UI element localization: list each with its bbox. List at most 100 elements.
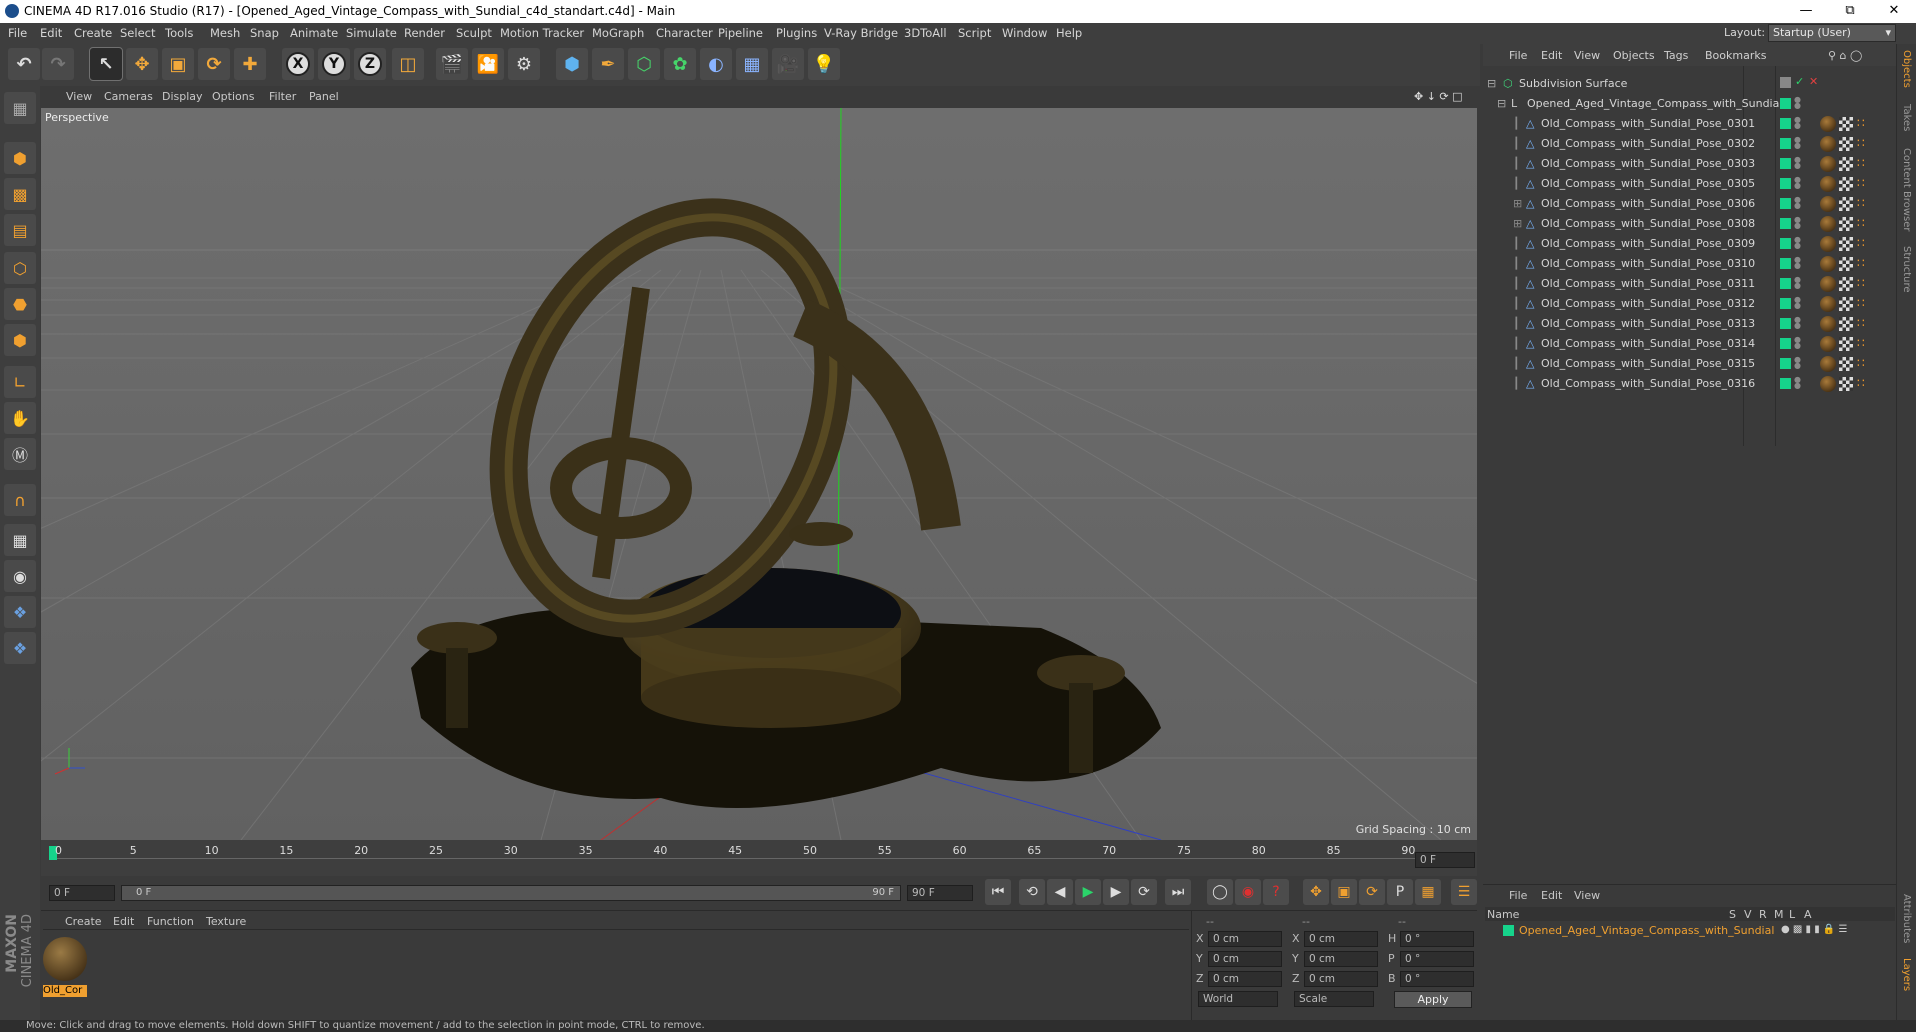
texture-mode-icon[interactable]: ▩ [4, 178, 36, 210]
texture-tag-icon[interactable] [1839, 117, 1853, 131]
tree-row-root[interactable]: ⊟ ⬡ Subdivision Surface ✓ ✕ [1483, 74, 1896, 94]
tree-row-group[interactable]: ⊟ L Opened_Aged_Vintage_Compass_with_Sun… [1483, 94, 1896, 114]
menu-motion-tracker[interactable]: Motion Tracker [500, 26, 584, 40]
material-name[interactable]: Old_Cor [43, 985, 87, 997]
selection-tag-icon[interactable]: ∷ [1857, 176, 1865, 190]
tree-row-child[interactable]: ┃ △ Old_Compass_with_Sundial_Pose_0305 ● ● ∷ [1483, 174, 1896, 194]
transform-icon[interactable]: ✚ [234, 48, 266, 80]
menu-v-ray-bridge[interactable]: V-Ray Bridge [824, 26, 898, 40]
coord-rot-field[interactable]: 0 ° [1400, 951, 1474, 967]
apply-button[interactable]: Apply [1394, 991, 1472, 1008]
texture-tag-icon[interactable] [1839, 237, 1853, 251]
selection-tag-icon[interactable]: ∷ [1857, 116, 1865, 130]
menu-mesh[interactable]: Mesh [210, 26, 240, 40]
viewport-menu-filter[interactable]: Filter [269, 90, 296, 103]
autokey-icon[interactable]: ? [1263, 879, 1289, 905]
key-position-icon[interactable]: ✥ [1303, 879, 1329, 905]
key-param-icon[interactable]: P [1387, 879, 1413, 905]
layer-row[interactable]: Opened_Aged_Vintage_Compass_with_Sundial… [1485, 923, 1895, 939]
material-tag-icon[interactable] [1820, 196, 1836, 212]
layer-color-swatch[interactable] [1503, 925, 1514, 936]
obj-menu-bookmarks[interactable]: Bookmarks [1705, 49, 1766, 62]
texture-tag-icon[interactable] [1839, 377, 1853, 391]
coord-size-field[interactable]: 0 cm [1304, 951, 1378, 967]
material-tag-icon[interactable] [1820, 176, 1836, 192]
tab-attributes[interactable]: Attributes [1901, 894, 1912, 943]
disabled-x-icon[interactable]: ✕ [1809, 75, 1818, 88]
layer-color-swatch[interactable] [1780, 238, 1791, 249]
tree-row-child[interactable]: ┃ △ Old_Compass_with_Sundial_Pose_0303 ● ● ∷ [1483, 154, 1896, 174]
material-tag-icon[interactable] [1820, 156, 1836, 172]
menu-snap[interactable]: Snap [250, 26, 279, 40]
tree-row-child[interactable]: ┃ △ Old_Compass_with_Sundial_Pose_0313 ● ● ∷ [1483, 314, 1896, 334]
visibility-dots[interactable]: ● ● [1794, 316, 1801, 330]
visibility-dots[interactable]: ● ● [1794, 296, 1801, 310]
layer-menu-edit[interactable]: Edit [1541, 889, 1562, 902]
next-frame-icon[interactable]: ▶ [1103, 879, 1129, 905]
menu-character[interactable]: Character [656, 26, 713, 40]
texture-tag-icon[interactable] [1839, 337, 1853, 351]
move-icon[interactable]: ✥ [126, 48, 158, 80]
mat-menu-edit[interactable]: Edit [113, 915, 134, 928]
current-frame-field[interactable]: 0 F [1415, 852, 1475, 868]
layer-color-swatch[interactable] [1780, 158, 1791, 169]
viewport-menu-view[interactable]: View [66, 90, 92, 103]
material-tag-icon[interactable] [1820, 316, 1836, 332]
goto-end-icon[interactable]: ⏭ [1165, 879, 1191, 905]
texture-tag-icon[interactable] [1839, 157, 1853, 171]
tree-row-child[interactable]: ┃ △ Old_Compass_with_Sundial_Pose_0301 ● ● ∷ [1483, 114, 1896, 134]
tree-row-child[interactable]: ┃ △ Old_Compass_with_Sundial_Pose_0311 ● ● ∷ [1483, 274, 1896, 294]
tree-row-child[interactable]: ┃ △ Old_Compass_with_Sundial_Pose_0316 ● ● ∷ [1483, 374, 1896, 394]
selection-tag-icon[interactable]: ∷ [1857, 336, 1865, 350]
obj-menu-view[interactable]: View [1574, 49, 1600, 62]
render-settings-icon[interactable]: ⚙ [508, 48, 540, 80]
light-icon[interactable]: 💡 [808, 48, 840, 80]
tree-row-child[interactable]: ┃ △ Old_Compass_with_Sundial_Pose_0315 ● ● ∷ [1483, 354, 1896, 374]
selection-tag-icon[interactable]: ∷ [1857, 256, 1865, 270]
goto-start-icon[interactable]: ⏮ [985, 879, 1011, 905]
edges-mode-icon[interactable]: ⬣ [4, 288, 36, 320]
render-view-icon[interactable]: 🎬 [436, 48, 468, 80]
material-tag-icon[interactable] [1820, 376, 1836, 392]
tree-row-child[interactable]: ⊞ △ Old_Compass_with_Sundial_Pose_0306 ● ● ∷ [1483, 194, 1896, 214]
layer-color-swatch[interactable] [1780, 318, 1791, 329]
points-mode-icon[interactable]: ⬡ [4, 252, 36, 284]
texture-tag-icon[interactable] [1839, 257, 1853, 271]
mat-menu-function[interactable]: Function [147, 915, 194, 928]
material-tag-icon[interactable] [1820, 116, 1836, 132]
menu-render[interactable]: Render [404, 26, 445, 40]
snap-icon[interactable]: ◉ [4, 560, 36, 592]
material-thumbnail[interactable] [43, 937, 87, 981]
restore-icon[interactable]: ⧉ [1828, 0, 1872, 23]
layer-col-a[interactable]: A [1804, 908, 1812, 921]
obj-menu-edit[interactable]: Edit [1541, 49, 1562, 62]
layer-color-swatch[interactable] [1780, 358, 1791, 369]
tab-structure[interactable]: Structure [1901, 246, 1912, 293]
cloner-icon[interactable]: ✿ [664, 48, 696, 80]
material-tag-icon[interactable] [1820, 256, 1836, 272]
tab-layers[interactable]: Layers [1901, 958, 1912, 991]
prev-key-icon[interactable]: ⟲ [1019, 879, 1045, 905]
menu-edit[interactable]: Edit [40, 26, 62, 40]
layer-name[interactable]: Opened_Aged_Vintage_Compass_with_Sundial [1519, 924, 1774, 937]
tree-row-child[interactable]: ┃ △ Old_Compass_with_Sundial_Pose_0309 ● ● ∷ [1483, 234, 1896, 254]
coord-pos-field[interactable]: 0 cm [1208, 931, 1282, 947]
coordinate-system-icon[interactable]: ◫ [392, 48, 424, 80]
menu-window[interactable]: Window [1002, 26, 1047, 40]
floor-icon[interactable]: ▦ [736, 48, 768, 80]
layer-color-swatch[interactable] [1780, 378, 1791, 389]
tweak-icon[interactable]: ✋ [4, 402, 36, 434]
layer-color-swatch[interactable] [1780, 278, 1791, 289]
viewport-nav-icons[interactable]: ✥ ↓ ⟳ □ [1414, 90, 1463, 103]
visibility-dots[interactable]: ● ● [1794, 236, 1801, 250]
selection-tag-icon[interactable]: ∷ [1857, 296, 1865, 310]
coord-rot-field[interactable]: 0 ° [1400, 931, 1474, 947]
viewport-menu-cameras[interactable]: Cameras [104, 90, 153, 103]
material-tag-icon[interactable] [1820, 236, 1836, 252]
expand-icon[interactable]: ⊞ [1513, 217, 1522, 230]
grid-lock-icon[interactable]: ▦ [4, 524, 36, 556]
key-pla-icon[interactable]: ▦ [1415, 879, 1441, 905]
mat-menu-create[interactable]: Create [65, 915, 102, 928]
tab-takes[interactable]: Takes [1901, 104, 1912, 131]
layer-color-swatch[interactable] [1780, 338, 1791, 349]
